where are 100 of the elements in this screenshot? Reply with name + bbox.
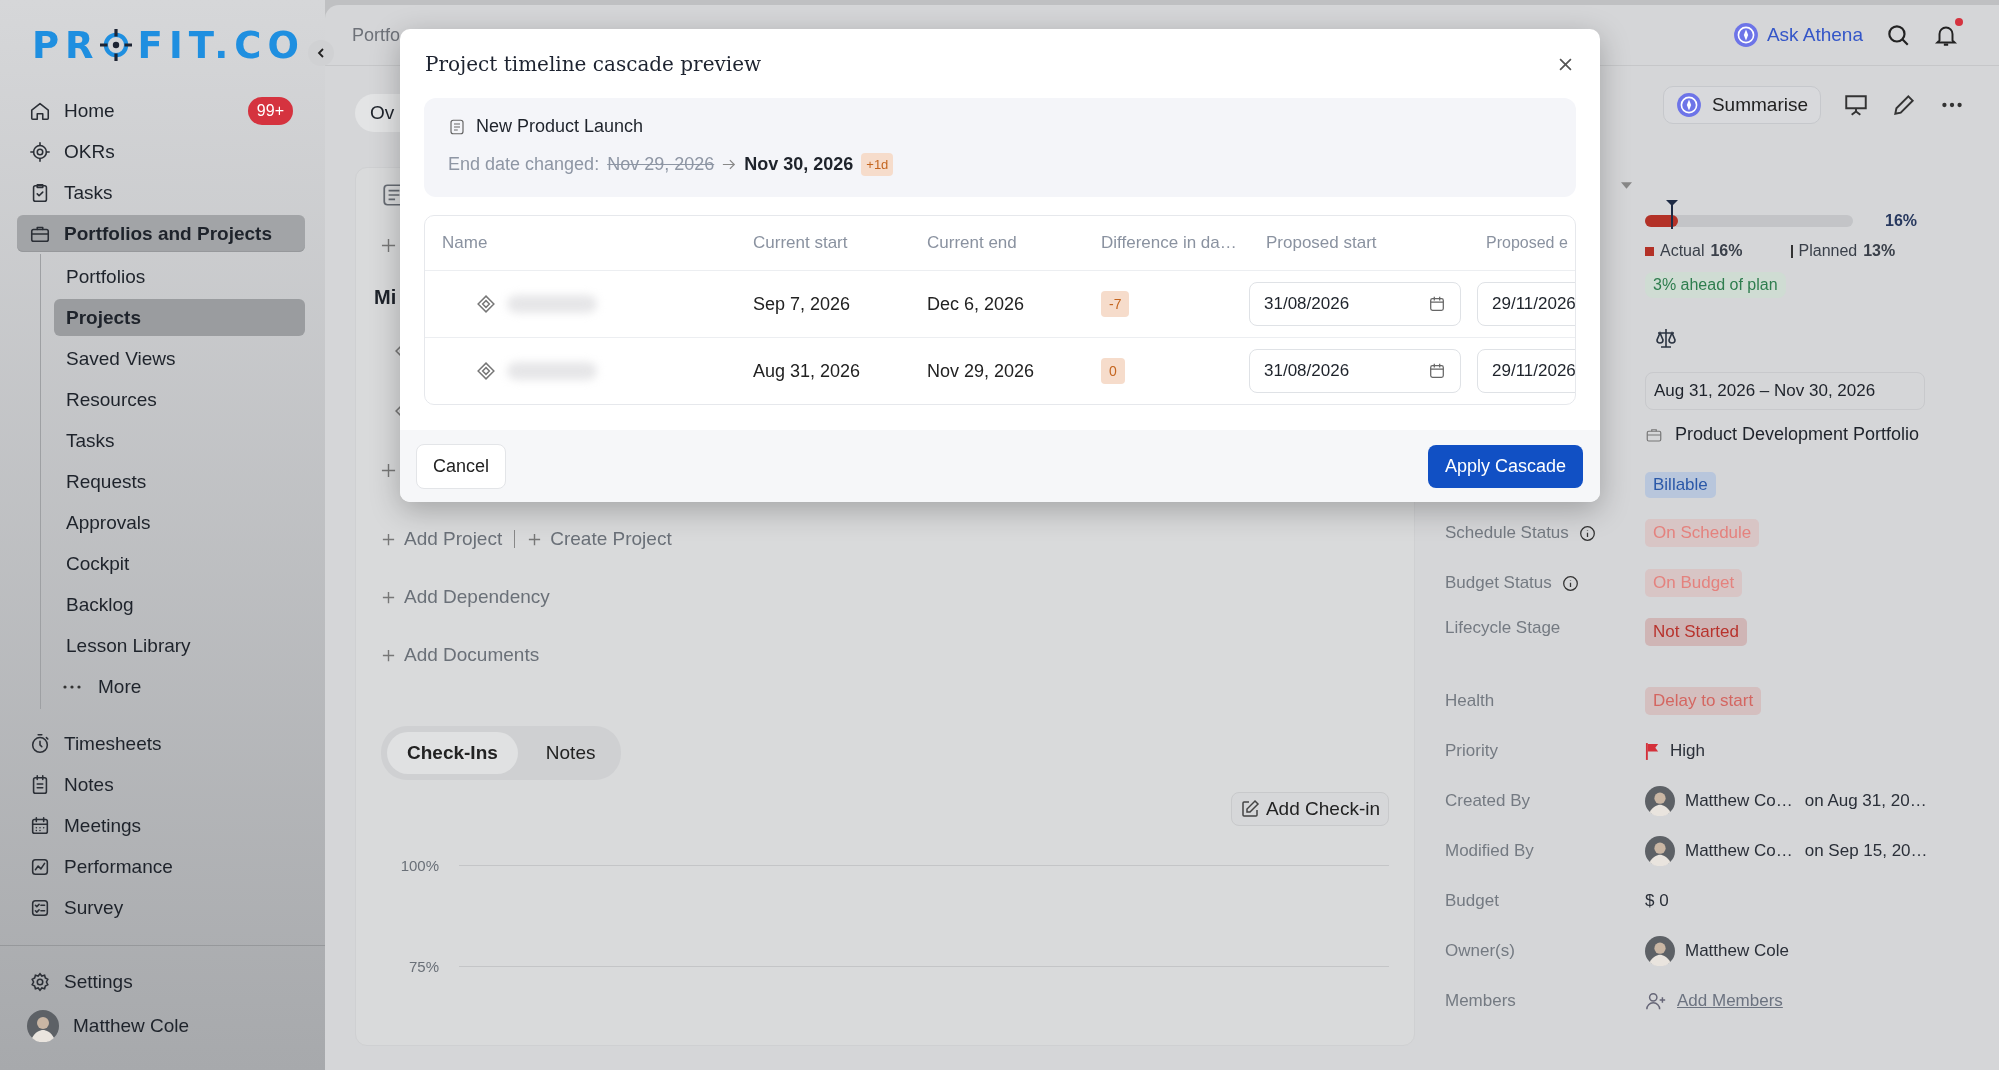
date-range-field[interactable]: Aug 31, 2026 – Nov 30, 2026 xyxy=(1645,372,1925,410)
nav-subitem[interactable]: Saved Views xyxy=(54,340,305,377)
nav-subitem[interactable]: Requests xyxy=(54,463,305,500)
plus-icon xyxy=(381,589,396,605)
nav-subitem[interactable]: More xyxy=(54,668,305,705)
change-label: End date changed: xyxy=(448,154,600,175)
presentation-icon[interactable] xyxy=(1843,92,1869,118)
flag-icon xyxy=(1645,741,1660,761)
logo-text: PR xyxy=(32,23,100,67)
field-label: Created By xyxy=(1445,791,1531,811)
stopwatch-icon xyxy=(29,732,51,755)
column-header: Proposed start xyxy=(1265,233,1378,253)
compass-orb-icon xyxy=(1675,92,1702,118)
person-name[interactable]: Matthew Co… xyxy=(1685,841,1793,861)
avatar xyxy=(27,1010,59,1042)
create-project-link[interactable]: Create Project xyxy=(527,528,672,550)
collapse-button[interactable] xyxy=(308,40,334,66)
tab[interactable]: Check-Ins xyxy=(387,732,518,774)
person-name[interactable]: Matthew Cole xyxy=(1685,941,1789,961)
nav-item[interactable]: OKRs xyxy=(17,133,305,170)
nav-subitem[interactable]: Projects xyxy=(54,299,305,336)
avatar xyxy=(1645,836,1675,866)
nav-subitem[interactable]: Approvals xyxy=(54,504,305,541)
apply-cascade-button[interactable]: Apply Cascade xyxy=(1427,444,1583,488)
edit-icon[interactable] xyxy=(1891,92,1917,118)
date-field[interactable]: 29/11/2026 xyxy=(1477,282,1575,326)
difference-badge: -7 xyxy=(1101,291,1130,317)
summarise-button[interactable]: Summarise xyxy=(1662,86,1821,124)
portfolio-name[interactable]: Product Development Portfolio xyxy=(1675,424,1920,445)
difference-badge: 0 xyxy=(1101,358,1125,384)
progress-percent: 16% xyxy=(1885,212,1918,230)
table-cell-text: Nov 29, 2026 xyxy=(926,360,1036,382)
field-label: Health xyxy=(1445,691,1495,711)
nav-subitem[interactable]: Resources xyxy=(54,381,305,418)
plus-icon xyxy=(527,531,543,547)
priority-value: High xyxy=(1670,741,1705,761)
close-icon[interactable] xyxy=(1559,57,1572,71)
add-link[interactable]: Add Documents xyxy=(381,644,540,666)
tab[interactable]: Notes xyxy=(525,732,616,774)
date-field[interactable]: 29/11/2026 xyxy=(1477,349,1575,393)
count-badge: 99+ xyxy=(247,96,293,125)
old-date: Nov 29, 2026 xyxy=(607,154,715,175)
logo-text: FIT.CO xyxy=(137,23,305,67)
nav-item[interactable]: Tasks xyxy=(17,174,305,211)
date-text: on Aug 31, 20… xyxy=(1804,791,1927,811)
actual-legend: Actual 16% xyxy=(1645,242,1743,260)
add-person-icon[interactable] xyxy=(1645,990,1667,1012)
nav-item[interactable]: Meetings xyxy=(17,807,305,844)
document-icon xyxy=(448,117,466,136)
nav-subitem[interactable]: Tasks xyxy=(54,422,305,459)
nav-item[interactable]: Home 99+ xyxy=(17,92,305,129)
calendar-icon xyxy=(29,814,51,837)
user-name[interactable]: Matthew Cole xyxy=(73,1015,190,1037)
dots-icon xyxy=(62,683,82,690)
add-link[interactable]: Add Dependency xyxy=(381,586,550,608)
billing-tag: Billable xyxy=(1645,472,1716,498)
field-label: Priority xyxy=(1445,741,1498,761)
search-icon[interactable] xyxy=(1885,22,1911,48)
add-project-link[interactable]: Add Project xyxy=(381,528,503,550)
crosshair-logo-icon xyxy=(99,29,132,61)
field-label: Budget xyxy=(1445,891,1499,911)
nav-subitem[interactable]: Backlog xyxy=(54,586,305,623)
nav-item[interactable]: Performance xyxy=(17,848,305,885)
table-cell-text: Dec 6, 2026 xyxy=(926,293,1026,315)
info-icon[interactable] xyxy=(1578,524,1596,542)
column-header: Current end xyxy=(926,233,1018,253)
nav-item[interactable]: Survey xyxy=(17,889,305,926)
cancel-button[interactable]: Cancel xyxy=(416,443,507,489)
calendar-icon[interactable] xyxy=(1428,362,1446,380)
date-field[interactable]: 31/08/2026 xyxy=(1249,282,1461,326)
status-badge: 3% ahead of plan xyxy=(1645,272,1786,298)
plus-icon xyxy=(381,531,396,547)
budget-value: $ 0 xyxy=(1645,891,1669,911)
avatar xyxy=(1645,786,1675,816)
ask-athena-link[interactable]: Ask Athena xyxy=(1732,22,1863,48)
settings-item[interactable]: Settings xyxy=(17,963,305,1000)
person-name[interactable]: Matthew Co… xyxy=(1685,791,1793,811)
plus-icon[interactable] xyxy=(381,463,396,478)
nav-item[interactable]: Notes xyxy=(17,766,305,803)
table-cell-text: Sep 7, 2026 xyxy=(752,293,852,315)
axis-label: 100% xyxy=(399,857,439,874)
project-name: New Product Launch xyxy=(476,116,644,137)
balance-scale-icon xyxy=(1654,326,1678,350)
status-badge: Not Started xyxy=(1645,618,1747,646)
calendar-icon[interactable] xyxy=(1428,295,1446,313)
diamond-icon xyxy=(477,362,495,380)
nav-subitem[interactable]: Cockpit xyxy=(54,545,305,582)
field-label: Budget Status xyxy=(1445,573,1552,593)
field-label: Members xyxy=(1445,991,1516,1011)
add-check-in-button[interactable]: Add Check-in xyxy=(1230,792,1389,826)
settings-icon xyxy=(29,970,51,993)
status-badge: On Budget xyxy=(1645,569,1743,597)
nav-subitem[interactable]: Lesson Library xyxy=(54,627,305,664)
field-label: Modified By xyxy=(1445,841,1534,861)
info-icon[interactable] xyxy=(1561,574,1579,592)
nav-item[interactable]: Timesheets xyxy=(17,725,305,762)
nav-subitem[interactable]: Portfolios xyxy=(54,258,305,295)
plus-icon[interactable] xyxy=(381,238,396,253)
nav-item[interactable]: Portfolios and Projects xyxy=(17,215,305,252)
date-field[interactable]: 31/08/2026 xyxy=(1249,349,1461,393)
